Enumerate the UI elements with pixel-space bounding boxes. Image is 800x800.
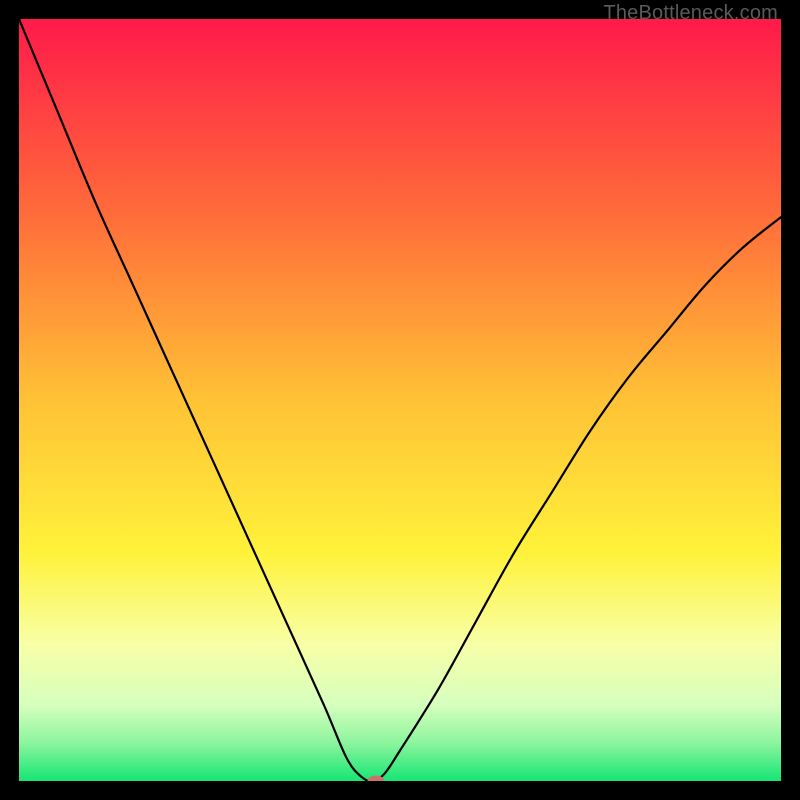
optimal-point-marker xyxy=(367,776,384,782)
gradient-background xyxy=(19,19,781,781)
plot-area xyxy=(19,19,781,781)
watermark-text: TheBottleneck.com xyxy=(603,2,778,25)
chart-frame: TheBottleneck.com xyxy=(0,0,800,800)
chart-svg xyxy=(19,19,781,781)
